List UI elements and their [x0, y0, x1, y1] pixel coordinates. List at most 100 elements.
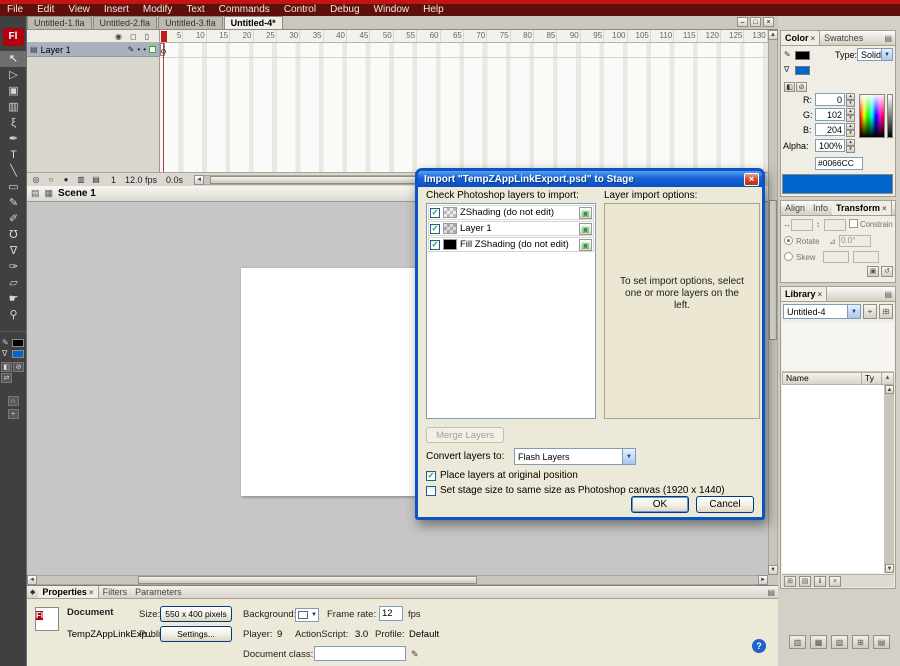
- scroll-down-icon[interactable]: ▼: [768, 565, 778, 575]
- stroke-color-well[interactable]: [795, 51, 810, 60]
- library-scrollbar[interactable]: ▲ ▼: [885, 385, 894, 573]
- stroke-color-swatch[interactable]: [11, 338, 24, 347]
- b-input[interactable]: [815, 123, 845, 136]
- layer-visibility-dot[interactable]: •: [137, 45, 140, 54]
- r-stepper[interactable]: ▴ ▾: [846, 93, 855, 107]
- onion-skin-outlines-icon[interactable]: ●: [60, 175, 72, 184]
- library-item-list[interactable]: [782, 385, 885, 573]
- eyedropper-tool[interactable]: ✑: [0, 259, 27, 275]
- tool-option-icon[interactable]: +: [7, 409, 19, 419]
- doc-tab-4[interactable]: Untitled-4*: [223, 16, 283, 29]
- minimize-window-button[interactable]: –: [737, 17, 748, 27]
- menu-item-text[interactable]: Text: [179, 4, 211, 16]
- alpha-input[interactable]: [815, 139, 845, 152]
- rotate-radio[interactable]: [784, 236, 793, 245]
- menu-item-view[interactable]: View: [61, 4, 97, 16]
- size-button[interactable]: 550 x 400 pixels: [160, 606, 232, 622]
- no-color-icon[interactable]: ⊘: [796, 82, 807, 92]
- menu-item-edit[interactable]: Edit: [30, 4, 61, 16]
- scene-name[interactable]: Scene 1: [58, 188, 96, 199]
- tab-info[interactable]: Info: [809, 201, 832, 215]
- edit-class-pencil-icon[interactable]: ✎: [411, 649, 419, 660]
- fill-color-swatch[interactable]: [11, 349, 24, 358]
- tab-align[interactable]: Align: [781, 201, 809, 215]
- delete-item-icon[interactable]: ×: [829, 575, 841, 587]
- transform-height-field[interactable]: [824, 219, 846, 231]
- layer-checkbox[interactable]: ✓: [430, 207, 440, 218]
- publish-settings-button[interactable]: Settings...: [160, 626, 232, 642]
- close-icon[interactable]: ×: [89, 588, 94, 597]
- library-name-column[interactable]: Name: [782, 372, 862, 385]
- psd-layer-row[interactable]: ✓ Fill ZShading (do not edit) ▣: [428, 237, 594, 252]
- place-layers-checkbox[interactable]: ✓: [426, 470, 436, 481]
- tab-transform[interactable]: Transform ×: [832, 201, 892, 215]
- transform-width-field[interactable]: [791, 219, 813, 231]
- scroll-up-icon[interactable]: ▲: [885, 385, 894, 394]
- timeline-frames[interactable]: [160, 43, 768, 172]
- scene-icon[interactable]: ▦: [45, 188, 54, 199]
- menu-item-control[interactable]: Control: [277, 4, 323, 16]
- b-stepper[interactable]: ▴ ▾: [846, 123, 855, 137]
- ink-bottle-tool[interactable]: ℧: [0, 227, 27, 243]
- stage-vscrollbar[interactable]: ▲ ▼: [768, 30, 778, 575]
- rotate-angle-field[interactable]: 0.0°: [839, 235, 871, 247]
- close-icon[interactable]: ×: [818, 290, 823, 299]
- sort-order-icon[interactable]: ▲: [882, 372, 894, 385]
- skew-h-field[interactable]: [823, 251, 849, 263]
- doc-tab-2[interactable]: Untitled-2.fla: [92, 16, 158, 29]
- scroll-left-icon[interactable]: ◄: [27, 575, 37, 585]
- library-document-select[interactable]: Untitled-4 ▼: [783, 304, 861, 319]
- new-symbol-icon[interactable]: ⊞: [784, 575, 796, 587]
- dock-panel-icon-3[interactable]: ▧: [831, 635, 848, 649]
- doc-tab-3[interactable]: Untitled-3.fla: [158, 16, 223, 29]
- panel-menu-icon[interactable]: ▤: [884, 34, 895, 43]
- duplicate-transform-icon[interactable]: ▣: [867, 266, 879, 277]
- alpha-stepper[interactable]: ▴ ▾: [846, 139, 855, 153]
- merge-layers-button[interactable]: Merge Layers: [426, 427, 504, 443]
- outline-layers-icon[interactable]: ▯: [145, 32, 149, 41]
- tab-swatches[interactable]: Swatches: [820, 31, 867, 45]
- subselection-tool[interactable]: ▷: [0, 67, 27, 83]
- pin-library-icon[interactable]: ⌖: [863, 304, 877, 319]
- timeline-ruler-numbers[interactable]: 5 10 15 20 25 30 35 40 45 50 55 60 65 70 75 80 85 90 95 100…: [160, 30, 768, 42]
- pencil-tool[interactable]: ✎: [0, 195, 27, 211]
- scroll-left-icon[interactable]: ◄: [194, 174, 205, 185]
- g-stepper[interactable]: ▴ ▾: [846, 108, 855, 122]
- no-color-icon[interactable]: ⊘: [13, 362, 24, 372]
- constrain-checkbox[interactable]: [849, 219, 858, 228]
- black-white-colors-icon[interactable]: ◧: [1, 362, 12, 372]
- stage-hscrollbar[interactable]: ◄ ►: [27, 575, 768, 585]
- color-type-select[interactable]: Solid ▼: [857, 48, 893, 61]
- close-icon[interactable]: ×: [882, 204, 887, 213]
- menu-item-file[interactable]: File: [0, 4, 30, 16]
- menu-item-debug[interactable]: Debug: [323, 4, 366, 16]
- psd-layer-row[interactable]: ✓ Layer 1 ▣: [428, 221, 594, 236]
- reset-transform-icon[interactable]: ↺: [881, 266, 893, 277]
- fill-color-well[interactable]: [795, 66, 810, 75]
- frame-rate-value[interactable]: 12.0 fps: [125, 175, 157, 185]
- hand-tool[interactable]: ☛: [0, 291, 27, 307]
- swap-colors-icon[interactable]: ⇄: [1, 373, 12, 383]
- framerate-input[interactable]: [379, 606, 403, 621]
- dock-panel-icon-2[interactable]: ▦: [810, 635, 827, 649]
- panel-menu-icon[interactable]: ▤: [767, 588, 778, 597]
- background-color-swatch[interactable]: ▼: [295, 608, 319, 622]
- tab-color[interactable]: Color ×: [781, 31, 821, 45]
- hex-value-field[interactable]: #0066CC: [815, 157, 863, 170]
- layer-row[interactable]: ▤ Layer 1 ✎ • •: [27, 43, 159, 57]
- g-input[interactable]: [815, 108, 845, 121]
- panel-menu-icon[interactable]: ▤: [884, 290, 895, 299]
- onion-skin-icon[interactable]: ○: [45, 175, 57, 184]
- skew-v-field[interactable]: [853, 251, 879, 263]
- tab-properties[interactable]: Properties ×: [38, 586, 99, 598]
- r-input[interactable]: [815, 93, 845, 106]
- free-transform-tool[interactable]: ▣: [0, 83, 27, 99]
- selection-tool[interactable]: ↖: [0, 51, 27, 67]
- psd-layer-row[interactable]: ✓ ZShading (do not edit) ▣: [428, 205, 594, 220]
- dialog-titlebar[interactable]: Import "TempZAppLinkExport.psd" to Stage…: [418, 171, 762, 187]
- close-window-button[interactable]: ×: [763, 17, 774, 27]
- color-spectrum-picker[interactable]: [859, 94, 885, 138]
- layer-outline-color[interactable]: [149, 46, 156, 53]
- pen-tool[interactable]: ✒: [0, 131, 27, 147]
- skew-radio[interactable]: [784, 252, 793, 261]
